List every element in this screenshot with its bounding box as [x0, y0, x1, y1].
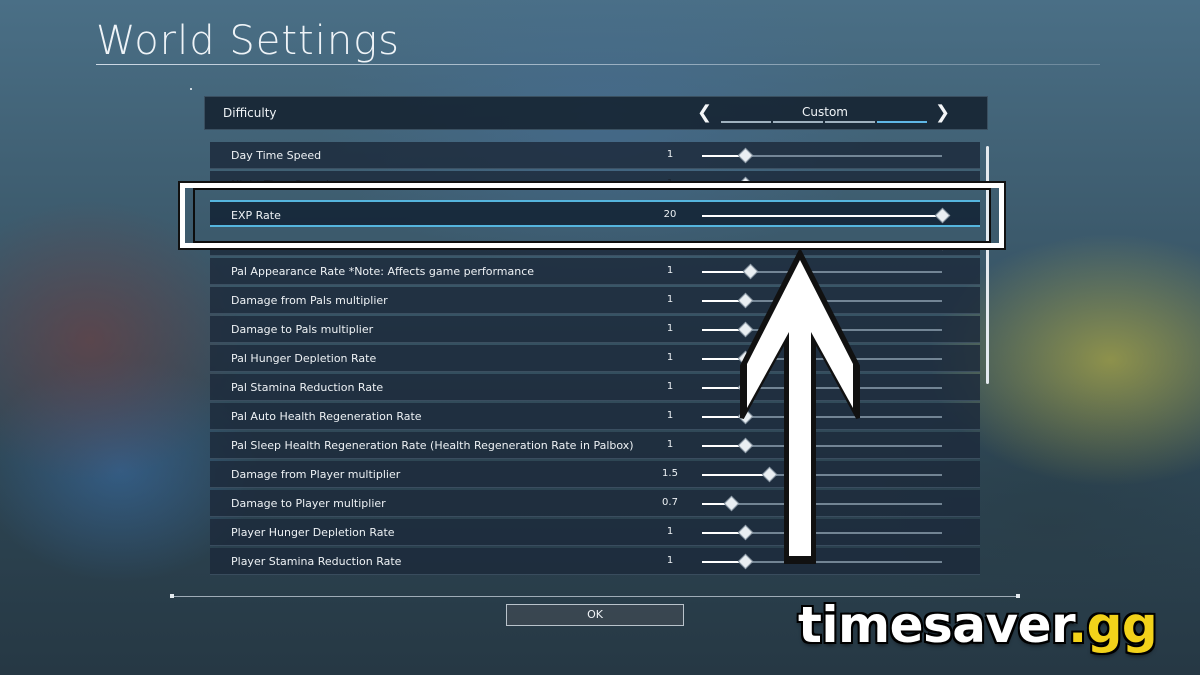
- difficulty-selector[interactable]: Difficulty ❮ Custom ❯: [204, 96, 988, 130]
- setting-label: Day Time Speed: [231, 149, 322, 162]
- setting-value: 1: [666, 439, 674, 450]
- setting-label: Damage to Pals multiplier: [231, 323, 374, 336]
- highlight-frame: [178, 181, 1006, 250]
- ok-button[interactable]: OK: [506, 604, 684, 626]
- setting-value: 1: [666, 294, 674, 305]
- panel-corner-mark: [170, 594, 174, 598]
- setting-value: 1: [666, 323, 674, 334]
- setting-row[interactable]: Player Hunger Depletion Rate 1: [210, 519, 980, 546]
- difficulty-label: Difficulty: [223, 106, 277, 120]
- page-title: World Settings: [96, 18, 401, 64]
- difficulty-segment-active: [877, 121, 927, 123]
- difficulty-segment: [825, 121, 875, 123]
- slider-handle[interactable]: [737, 147, 754, 164]
- setting-row[interactable]: Damage to Pals multiplier 1: [210, 316, 980, 343]
- setting-value: 1: [666, 526, 674, 537]
- setting-row[interactable]: Damage to Player multiplier 0.7: [210, 490, 980, 517]
- setting-label: Damage to Player multiplier: [231, 497, 386, 510]
- chevron-right-icon[interactable]: ❯: [935, 103, 950, 123]
- setting-label: Damage from Pals multiplier: [231, 294, 388, 307]
- setting-value: 1: [666, 149, 674, 160]
- setting-row[interactable]: Pal Sleep Health Regeneration Rate (Heal…: [210, 432, 980, 459]
- settings-scrollbar[interactable]: [986, 146, 989, 384]
- up-arrow-icon: [740, 248, 860, 564]
- setting-label: Damage from Player multiplier: [231, 468, 401, 481]
- setting-label: Player Hunger Depletion Rate: [231, 526, 395, 539]
- watermark-suffix: .gg: [1068, 596, 1158, 654]
- setting-label: Pal Hunger Depletion Rate: [231, 352, 377, 365]
- setting-row[interactable]: Pal Hunger Depletion Rate 1: [210, 345, 980, 372]
- watermark-brand: timesaver: [798, 596, 1069, 654]
- setting-value: 1: [666, 265, 674, 276]
- setting-value: 1: [666, 555, 674, 566]
- panel-corner-mark: [190, 88, 192, 90]
- setting-row[interactable]: Pal Auto Health Regeneration Rate 1: [210, 403, 980, 430]
- setting-label: Pal Stamina Reduction Rate: [231, 381, 384, 394]
- setting-row[interactable]: Pal Stamina Reduction Rate 1: [210, 374, 980, 401]
- setting-row[interactable]: Pal Appearance Rate *Note: Affects game …: [210, 258, 980, 285]
- setting-label: Pal Sleep Health Regeneration Rate (Heal…: [231, 439, 634, 452]
- setting-value: 0.7: [662, 497, 678, 508]
- difficulty-value: Custom: [802, 105, 848, 119]
- setting-label: Pal Auto Health Regeneration Rate: [231, 410, 422, 423]
- setting-label: Player Stamina Reduction Rate: [231, 555, 402, 568]
- setting-value: 1.5: [662, 468, 678, 479]
- setting-value: 1: [666, 410, 674, 421]
- setting-value: 1: [666, 381, 674, 392]
- chevron-left-icon[interactable]: ❮: [697, 103, 712, 123]
- setting-row[interactable]: Damage from Pals multiplier 1: [210, 287, 980, 314]
- title-divider: [96, 64, 1100, 65]
- difficulty-segment: [721, 121, 771, 123]
- setting-row[interactable]: Player Stamina Reduction Rate 1: [210, 548, 980, 575]
- setting-row[interactable]: Damage from Player multiplier 1.5: [210, 461, 980, 488]
- setting-row[interactable]: Day Time Speed 1: [210, 142, 980, 169]
- watermark-logo: timesaver.gg: [798, 596, 1158, 654]
- setting-slider[interactable]: [702, 147, 942, 164]
- difficulty-indicator: [721, 121, 927, 123]
- difficulty-segment: [773, 121, 823, 123]
- setting-label: Pal Appearance Rate *Note: Affects game …: [231, 265, 535, 278]
- slider-handle[interactable]: [723, 495, 740, 512]
- setting-value: 1: [666, 352, 674, 363]
